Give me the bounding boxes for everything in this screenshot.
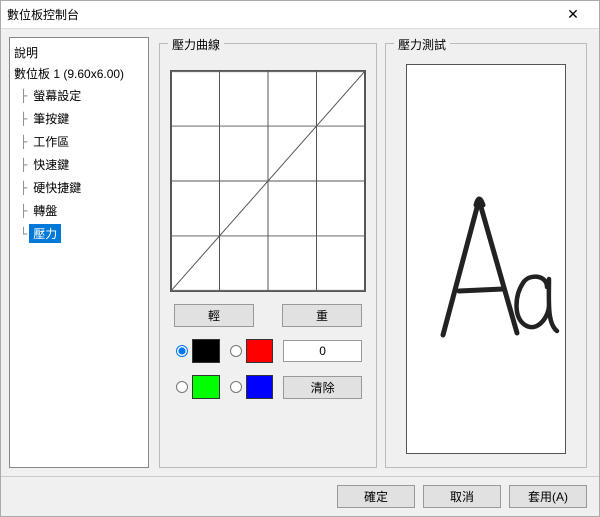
titlebar: 數位板控制台 ✕ <box>1 1 599 29</box>
heavy-button[interactable]: 重 <box>282 304 362 327</box>
clear-button[interactable]: 清除 <box>283 376 362 399</box>
tree-item-label: 工作區 <box>29 132 73 151</box>
ok-button[interactable]: 確定 <box>337 485 415 508</box>
color-row-1: 0 <box>176 339 366 363</box>
apply-button[interactable]: 套用(A) <box>509 485 587 508</box>
pressure-curve-group: 壓力曲線 輕 重 <box>159 43 377 468</box>
tree-branch-icon: ├ <box>20 181 27 195</box>
light-button[interactable]: 輕 <box>174 304 254 327</box>
cancel-button[interactable]: 取消 <box>423 485 501 508</box>
pressure-curve-title: 壓力曲線 <box>168 36 224 53</box>
color-radio-blue[interactable] <box>230 381 242 393</box>
tree-root[interactable]: 說明 <box>12 42 146 63</box>
pressure-test-canvas[interactable] <box>406 64 566 454</box>
tree-item-0[interactable]: ├螢幕設定 <box>12 84 146 107</box>
tree-item-3[interactable]: ├快速鍵 <box>12 153 146 176</box>
tree-branch-icon: ├ <box>20 204 27 218</box>
color-radio-green[interactable] <box>176 381 188 393</box>
dialog-footer: 確定 取消 套用(A) <box>1 476 599 516</box>
pressure-test-group: 壓力測試 <box>385 43 587 468</box>
tree-item-6[interactable]: └壓力 <box>12 222 146 245</box>
color-radio-black[interactable] <box>176 345 188 357</box>
swatch-black[interactable] <box>192 339 220 363</box>
swatch-green[interactable] <box>192 375 220 399</box>
body: 說明 數位板 1 (9.60x6.00) ├螢幕設定├筆按鍵├工作區├快速鍵├硬… <box>1 29 599 476</box>
tree-item-label: 轉盤 <box>29 201 61 220</box>
tree-item-4[interactable]: ├硬快捷鍵 <box>12 176 146 199</box>
tree-branch-icon: └ <box>20 227 27 241</box>
color-row-2: 清除 <box>176 375 366 399</box>
window: 數位板控制台 ✕ 說明 數位板 1 (9.60x6.00) ├螢幕設定├筆按鍵├… <box>0 0 600 517</box>
tree-parent[interactable]: 數位板 1 (9.60x6.00) <box>12 63 146 84</box>
pressure-curve-canvas[interactable] <box>170 70 366 292</box>
pressure-value: 0 <box>283 340 362 362</box>
tree-item-label: 筆按鍵 <box>29 109 73 128</box>
window-title: 數位板控制台 <box>7 6 553 23</box>
pressure-test-title: 壓力測試 <box>394 36 450 53</box>
nav-tree: 說明 數位板 1 (9.60x6.00) ├螢幕設定├筆按鍵├工作區├快速鍵├硬… <box>9 37 149 468</box>
tree-item-2[interactable]: ├工作區 <box>12 130 146 153</box>
right-pane: 壓力曲線 輕 重 <box>153 29 599 476</box>
tree-branch-icon: ├ <box>20 89 27 103</box>
swatch-blue[interactable] <box>246 375 274 399</box>
tree-item-label: 螢幕設定 <box>29 86 85 105</box>
tree-item-label: 壓力 <box>29 224 61 243</box>
tree-item-5[interactable]: ├轉盤 <box>12 199 146 222</box>
color-radio-red[interactable] <box>230 345 242 357</box>
tree-branch-icon: ├ <box>20 158 27 172</box>
light-heavy-row: 輕 重 <box>174 304 362 327</box>
tree-item-1[interactable]: ├筆按鍵 <box>12 107 146 130</box>
swatch-red[interactable] <box>246 339 274 363</box>
tree-item-label: 快速鍵 <box>29 155 73 174</box>
close-icon[interactable]: ✕ <box>553 2 593 28</box>
tree-branch-icon: ├ <box>20 135 27 149</box>
tree-item-label: 硬快捷鍵 <box>29 178 85 197</box>
tree-branch-icon: ├ <box>20 112 27 126</box>
